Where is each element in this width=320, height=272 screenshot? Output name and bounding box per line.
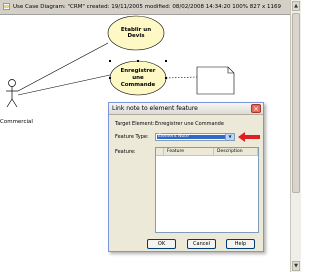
column-header-description[interactable]: Description — [214, 148, 258, 156]
diagram-icon — [3, 3, 10, 10]
column-header-feature[interactable]: Feature — [164, 148, 214, 156]
target-element-label: Target Element: — [115, 121, 155, 127]
cancel-button[interactable]: Cancel — [187, 239, 216, 249]
feature-label: Feature: — [115, 149, 136, 155]
note-link — [165, 76, 198, 79]
link-note-dialog: Link note to element feature × Target El… — [108, 102, 264, 252]
feature-type-label: Feature Type: — [115, 134, 149, 140]
note-element[interactable] — [196, 66, 235, 95]
actor-commercial[interactable] — [6, 79, 18, 108]
dialog-title: Link note to element feature — [109, 103, 263, 115]
feature-table[interactable]: Feature Description — [155, 147, 259, 233]
close-icon[interactable]: × — [251, 104, 261, 113]
feature-type-select[interactable]: Element Note ▼ — [155, 133, 235, 141]
usecase-label-commande: Enregistrer une Commande — [120, 68, 156, 88]
feature-type-value: Element Note — [157, 134, 226, 139]
actor-label: Commercial — [0, 119, 33, 125]
usecase-label-devis: Etablir un Devis — [120, 27, 152, 39]
red-pointer-arrow-icon — [238, 132, 260, 142]
target-element-value: Enregistrer une Commande — [155, 121, 224, 127]
scroll-thumb[interactable] — [292, 13, 300, 193]
row-gutter-header — [156, 148, 164, 156]
association-line — [17, 74, 111, 96]
feature-table-header: Feature Description — [156, 148, 258, 156]
window-title: Use Case Diagram: "CRM" created: 19/11/2… — [13, 4, 281, 10]
help-button[interactable]: Help — [226, 239, 255, 249]
vertical-scrollbar[interactable]: ▲ ▼ — [290, 0, 301, 272]
scroll-up-icon[interactable]: ▲ — [292, 1, 300, 11]
window-titlebar: Use Case Diagram: "CRM" created: 19/11/2… — [0, 0, 290, 15]
ok-button[interactable]: OK — [147, 239, 176, 249]
chevron-down-icon[interactable]: ▼ — [225, 134, 234, 140]
scroll-down-icon[interactable]: ▼ — [292, 261, 300, 271]
association-line — [17, 42, 109, 92]
